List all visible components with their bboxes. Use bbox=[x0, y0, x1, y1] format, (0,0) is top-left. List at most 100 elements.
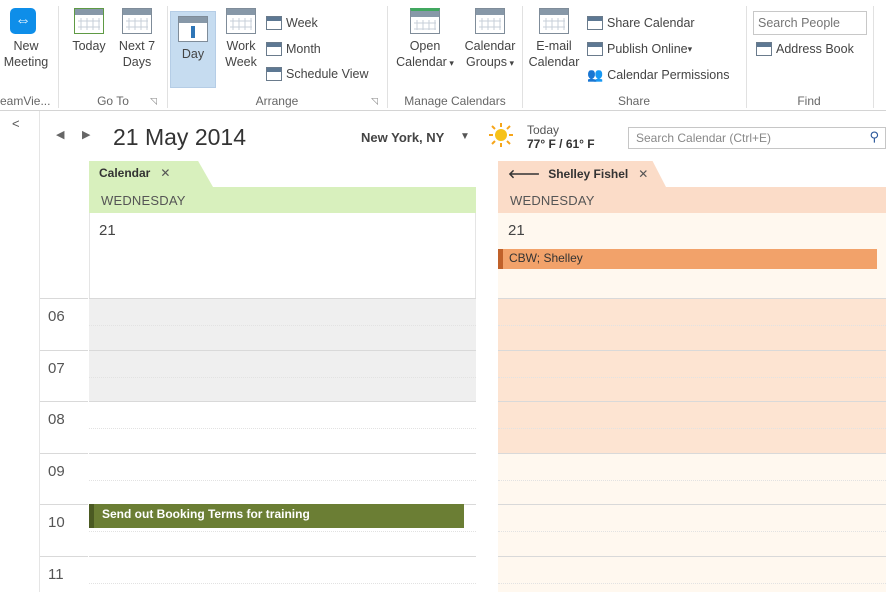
separator bbox=[387, 6, 388, 108]
new-meeting-button[interactable]: New Meeting bbox=[0, 6, 52, 70]
share-calendar-label: Share Calendar bbox=[607, 16, 695, 30]
open-calendar-icon bbox=[410, 8, 440, 34]
week-icon bbox=[266, 16, 282, 30]
separator bbox=[522, 6, 523, 108]
back-arrow-icon[interactable]: 🡐 bbox=[508, 167, 540, 181]
day-name-header: WEDNESDAY bbox=[498, 187, 886, 213]
search-calendar-placeholder: Search Calendar (Ctrl+E) bbox=[636, 131, 772, 145]
workweek-line1: Work bbox=[226, 39, 256, 53]
week-label: Week bbox=[286, 16, 318, 30]
today-button[interactable]: Today bbox=[66, 6, 112, 54]
work-week-button[interactable]: Work Week bbox=[219, 6, 263, 70]
calendar-groups-button[interactable]: Calendar Groups ▾ bbox=[460, 6, 520, 71]
day-name-header: WEDNESDAY bbox=[89, 187, 476, 213]
hour-slot[interactable] bbox=[89, 349, 476, 401]
hour-slot[interactable] bbox=[498, 452, 886, 504]
search-calendar-input[interactable]: Search Calendar (Ctrl+E) ⚲ bbox=[628, 127, 886, 149]
hour-slot[interactable] bbox=[89, 401, 476, 453]
week-view-button[interactable]: Week bbox=[266, 16, 318, 30]
next-7-days-button[interactable]: Next 7 Days bbox=[114, 6, 160, 70]
weather-label: Today bbox=[527, 123, 560, 137]
teamviewer-icon bbox=[10, 8, 36, 34]
tab-shelley-fishel[interactable]: 🡐 Shelley Fishel ✕ bbox=[498, 161, 666, 187]
separator bbox=[746, 6, 747, 108]
email-line1: E-mail bbox=[536, 39, 572, 53]
chevron-down-icon[interactable]: ▼ bbox=[460, 131, 470, 142]
next7-line2: Days bbox=[122, 55, 152, 69]
day-view-icon bbox=[178, 16, 208, 42]
all-day-area[interactable] bbox=[89, 213, 476, 298]
month-icon bbox=[266, 42, 282, 56]
group-label-find: Find bbox=[797, 94, 821, 108]
weather-location[interactable]: New York, NY bbox=[361, 130, 444, 145]
groups-line1: Calendar bbox=[464, 39, 516, 53]
tab-calendar-label: Calendar bbox=[99, 166, 151, 180]
group-label-teamviewer: eamVie... bbox=[0, 94, 51, 108]
permissions-label: Calendar Permissions bbox=[607, 68, 730, 82]
workweek-line2: Week bbox=[225, 55, 257, 69]
group-label-arrange: Arrange bbox=[255, 94, 299, 108]
calendar-groups-icon bbox=[475, 8, 505, 34]
time-scale: 06 07 08 09 10 11 bbox=[40, 298, 88, 592]
email-calendar-button[interactable]: E-mail Calendar bbox=[527, 6, 581, 70]
address-book-label: Address Book bbox=[776, 42, 854, 56]
hour-slot[interactable] bbox=[89, 452, 476, 504]
close-icon[interactable]: ✕ bbox=[638, 167, 648, 181]
calendar-permissions-button[interactable]: 👥 Calendar Permissions bbox=[587, 67, 729, 83]
share-calendar-button[interactable]: Share Calendar bbox=[587, 16, 695, 30]
hour-slot[interactable] bbox=[498, 401, 886, 453]
hour-slot[interactable] bbox=[89, 298, 476, 350]
share-calendar-icon bbox=[587, 16, 603, 30]
all-day-event[interactable]: CBW; Shelley bbox=[498, 249, 877, 269]
new-meeting-line1: New bbox=[13, 39, 39, 53]
chevron-down-icon: ▾ bbox=[687, 43, 693, 54]
ribbon: New Meeting eamVie... Today Next 7 Days … bbox=[0, 0, 886, 111]
arrange-launcher-icon[interactable]: ◹ bbox=[371, 96, 378, 107]
hour-grid[interactable] bbox=[89, 298, 476, 592]
tab-calendar[interactable]: Calendar ✕ bbox=[89, 161, 213, 187]
group-label-manage: Manage Calendars bbox=[404, 94, 506, 108]
expand-folder-pane-icon[interactable]: < bbox=[12, 116, 20, 131]
publish-online-icon bbox=[587, 42, 603, 56]
month-view-button[interactable]: Month bbox=[266, 42, 321, 56]
publish-online-label: Publish Online bbox=[607, 42, 688, 56]
search-people-input[interactable] bbox=[753, 11, 867, 35]
group-label-share: Share bbox=[617, 94, 651, 108]
email-line2: Calendar bbox=[528, 55, 580, 69]
open-calendar-button[interactable]: Open Calendar ▾ bbox=[392, 6, 458, 71]
hour-grid[interactable] bbox=[498, 298, 886, 592]
search-icon[interactable]: ⚲ bbox=[869, 129, 879, 145]
next-7-days-icon bbox=[122, 8, 152, 34]
calendar-event[interactable]: Send out Booking Terms for training bbox=[89, 504, 464, 528]
month-label: Month bbox=[286, 42, 321, 56]
schedule-view-button[interactable]: Schedule View bbox=[266, 67, 368, 81]
day-number: 21 bbox=[99, 222, 116, 239]
next7-line1: Next 7 bbox=[118, 39, 156, 53]
previous-day-icon[interactable]: ◀ bbox=[56, 128, 64, 141]
address-book-button[interactable]: Address Book bbox=[756, 42, 854, 56]
weather-temperature: 77° F / 61° F bbox=[527, 137, 595, 151]
hour-slot[interactable] bbox=[498, 504, 886, 556]
people-icon: 👥 bbox=[587, 67, 604, 82]
calendar-column-own: Calendar ✕ WEDNESDAY 21 Send out Booking … bbox=[89, 161, 476, 592]
address-book-icon bbox=[756, 42, 772, 56]
hour-slot[interactable] bbox=[498, 349, 886, 401]
time-label: 08 bbox=[40, 401, 88, 453]
day-view-button[interactable]: Day bbox=[170, 11, 216, 88]
open-line1: Open bbox=[409, 39, 441, 53]
time-label: 10 bbox=[40, 504, 88, 556]
publish-online-button[interactable]: Publish Online ▾ bbox=[587, 42, 692, 56]
schedule-view-icon bbox=[266, 67, 282, 81]
today-calendar-icon bbox=[74, 8, 104, 34]
next-day-icon[interactable]: ▶ bbox=[82, 128, 90, 141]
hour-slot[interactable] bbox=[89, 555, 476, 592]
hour-slot[interactable] bbox=[498, 298, 886, 350]
chevron-down-icon: ▾ bbox=[506, 58, 515, 68]
time-label: 06 bbox=[40, 298, 88, 350]
schedule-label: Schedule View bbox=[286, 67, 369, 81]
separator bbox=[167, 6, 168, 108]
close-icon[interactable]: ✕ bbox=[160, 166, 170, 180]
separator bbox=[873, 6, 874, 108]
goto-launcher-icon[interactable]: ◹ bbox=[150, 96, 157, 107]
hour-slot[interactable] bbox=[498, 555, 886, 592]
